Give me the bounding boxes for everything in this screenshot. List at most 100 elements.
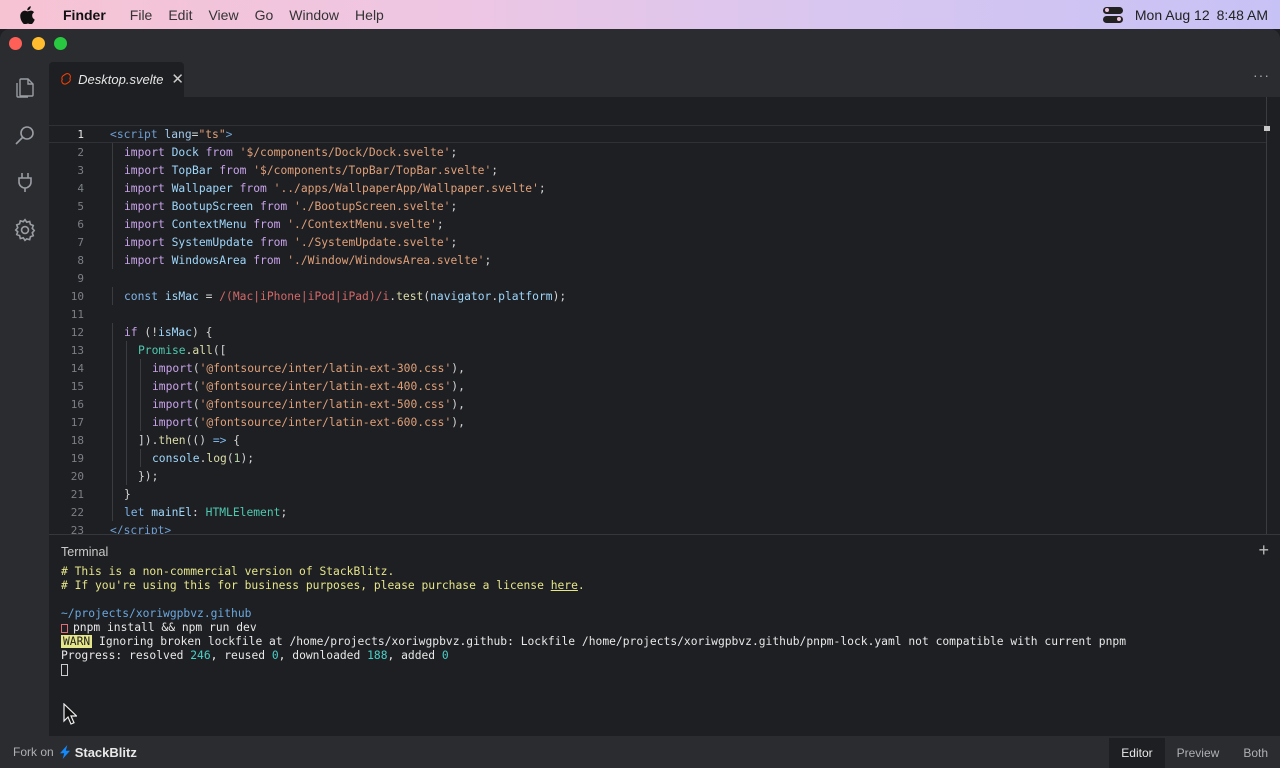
line-code: import('@fontsource/inter/latin-ext-500.… bbox=[152, 398, 465, 411]
more-actions-icon[interactable]: ··· bbox=[1253, 67, 1270, 83]
code-token: "ts" bbox=[198, 127, 226, 141]
control-center-icon[interactable] bbox=[1102, 6, 1123, 23]
apple-icon[interactable] bbox=[19, 5, 41, 24]
code-line[interactable]: 8 import WindowsArea from './Window/Windo… bbox=[49, 251, 1266, 269]
line-code: import ContextMenu from './ContextMenu.s… bbox=[124, 218, 444, 231]
menu-view[interactable]: View bbox=[208, 7, 238, 23]
line-code: import('@fontsource/inter/latin-ext-300.… bbox=[152, 362, 465, 375]
code-line[interactable]: 17 import('@fontsource/inter/latin-ext-60… bbox=[49, 413, 1266, 431]
terminal-panel[interactable]: Terminal + # This is a non-commercial ve… bbox=[49, 534, 1280, 736]
code-token: if bbox=[124, 325, 145, 339]
code-token: ([ bbox=[212, 343, 227, 357]
files-icon[interactable] bbox=[12, 75, 38, 101]
code-line[interactable]: 9 bbox=[49, 269, 1266, 287]
code-token: console bbox=[152, 451, 200, 465]
code-token: '@fontsource/inter/latin-ext-400.css' bbox=[199, 379, 452, 393]
terminal-add-icon[interactable]: + bbox=[1258, 540, 1269, 561]
indent-guide bbox=[126, 467, 127, 485]
indent-guide bbox=[126, 449, 127, 467]
menu-go[interactable]: Go bbox=[255, 7, 274, 23]
search-icon[interactable] bbox=[12, 122, 38, 148]
indent-guide bbox=[126, 359, 127, 377]
code-line[interactable]: 15 import('@fontsource/inter/latin-ext-40… bbox=[49, 377, 1266, 395]
code-line[interactable]: 12 if (!isMac) { bbox=[49, 323, 1266, 341]
tab-desktop-svelte[interactable]: Desktop.svelte ✕ bbox=[49, 62, 184, 97]
menubar-clock[interactable]: Mon Aug 12 8:48 AM bbox=[1135, 7, 1268, 23]
code-token: from bbox=[219, 163, 254, 177]
line-code: import BootupScreen from './BootupScreen… bbox=[124, 200, 457, 213]
code-line[interactable]: 11 bbox=[49, 305, 1266, 323]
code-line[interactable]: 3 import TopBar from '$/components/TopBar… bbox=[49, 161, 1266, 179]
line-number: 20 bbox=[70, 469, 84, 483]
terminal-cwd: ~/projects/xoriwgpbvz.github bbox=[61, 607, 252, 620]
code-line[interactable]: 19 console.log(1); bbox=[49, 449, 1266, 467]
line-number: 8 bbox=[77, 253, 84, 267]
indent-guide bbox=[112, 503, 113, 521]
code-line[interactable]: 5 import BootupScreen from './BootupScree… bbox=[49, 197, 1266, 215]
terminal-cursor bbox=[61, 664, 68, 676]
code-line[interactable]: 2 import Dock from '$/components/Dock/Doc… bbox=[49, 143, 1266, 161]
app-name[interactable]: Finder bbox=[63, 7, 106, 23]
code-editor[interactable]: 1 <script lang="ts"> 2 import Dock from '$/… bbox=[49, 97, 1280, 555]
code-token: ( bbox=[192, 361, 200, 375]
view-preview-button[interactable]: Preview bbox=[1165, 738, 1232, 768]
window-minimize-button[interactable] bbox=[32, 37, 45, 50]
code-token: Dock bbox=[171, 145, 206, 159]
window-close-button[interactable] bbox=[9, 37, 22, 50]
tab-close-icon[interactable]: ✕ bbox=[171, 72, 184, 87]
indent-guide bbox=[112, 197, 113, 215]
menu-edit[interactable]: Edit bbox=[168, 7, 192, 23]
code-token: ContextMenu bbox=[171, 217, 254, 231]
code-line[interactable]: 4 import Wallpaper from '../apps/Wallpape… bbox=[49, 179, 1266, 197]
terminal-warn-line: WARN Ignoring broken lockfile at /home/p… bbox=[61, 635, 1126, 649]
menu-window[interactable]: Window bbox=[289, 7, 339, 23]
line-number: 13 bbox=[70, 343, 84, 357]
code-token: TopBar bbox=[171, 163, 220, 177]
editor-scrollbar[interactable] bbox=[1266, 97, 1267, 534]
code-token: './SystemUpdate.svelte' bbox=[294, 235, 451, 249]
line-code: import('@fontsource/inter/latin-ext-600.… bbox=[152, 416, 465, 429]
view-both-button[interactable]: Both bbox=[1231, 738, 1280, 768]
indent-guide bbox=[140, 377, 141, 395]
fork-label[interactable]: Fork on bbox=[13, 745, 54, 759]
code-token: './Window/WindowsArea.svelte' bbox=[287, 253, 485, 267]
plug-icon[interactable] bbox=[12, 169, 38, 195]
code-line[interactable]: 10 const isMac = /(Mac|iPhone|iPod|iPad)/… bbox=[49, 287, 1266, 305]
code-line[interactable]: 22 let mainEl: HTMLElement; bbox=[49, 503, 1266, 521]
code-token: BootupScreen bbox=[171, 199, 261, 213]
code-line[interactable]: 21} bbox=[49, 485, 1266, 503]
line-number: 19 bbox=[70, 451, 84, 465]
code-line[interactable]: 16 import('@fontsource/inter/latin-ext-50… bbox=[49, 395, 1266, 413]
license-link[interactable]: here bbox=[551, 579, 578, 592]
stackblitz-bolt-icon[interactable] bbox=[59, 745, 70, 759]
code-token: platform bbox=[498, 289, 553, 303]
code-token: { bbox=[226, 433, 241, 447]
code-line[interactable]: 7 import SystemUpdate from './SystemUpdat… bbox=[49, 233, 1266, 251]
code-line[interactable]: 18]).then(() => { bbox=[49, 431, 1266, 449]
line-code: ]).then(() => { bbox=[138, 434, 240, 447]
code-line[interactable]: 20}); bbox=[49, 467, 1266, 485]
window-maximize-button[interactable] bbox=[54, 37, 67, 50]
terminal-command: pnpm install && npm run dev bbox=[73, 621, 257, 634]
indent-guide bbox=[112, 323, 113, 341]
code-token: import bbox=[124, 217, 172, 231]
line-number: 6 bbox=[77, 217, 84, 231]
indent-guide bbox=[140, 395, 141, 413]
code-line[interactable]: 1 <script lang="ts"> bbox=[49, 125, 1266, 143]
menu-help[interactable]: Help bbox=[355, 7, 384, 23]
gear-icon[interactable] bbox=[12, 217, 38, 243]
code-token: ; bbox=[484, 253, 492, 267]
view-editor-button[interactable]: Editor bbox=[1109, 738, 1165, 768]
code-token: import bbox=[152, 397, 193, 411]
menu-file[interactable]: File bbox=[130, 7, 153, 23]
stackblitz-brand[interactable]: StackBlitz bbox=[75, 745, 137, 760]
resolved-count: 246 bbox=[190, 649, 211, 662]
code-line[interactable]: 13 Promise.all([ bbox=[49, 341, 1266, 359]
code-token: '$/components/TopBar/TopBar.svelte' bbox=[253, 163, 492, 177]
code-token: SystemUpdate bbox=[171, 235, 261, 249]
code-line[interactable]: 14 import('@fontsource/inter/latin-ext-30… bbox=[49, 359, 1266, 377]
terminal-command-line: pnpm install && npm run dev bbox=[61, 621, 257, 635]
code-line[interactable]: 6 import ContextMenu from './ContextMenu.… bbox=[49, 215, 1266, 233]
indent-guide bbox=[112, 359, 113, 377]
editor-scrollbar-thumb[interactable] bbox=[1264, 126, 1270, 131]
